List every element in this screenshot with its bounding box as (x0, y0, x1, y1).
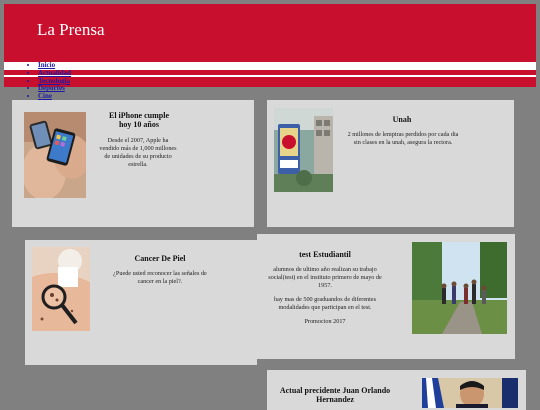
nav-link-inicio[interactable]: Inicio (38, 61, 55, 69)
article-title[interactable]: test Estudiantil (281, 250, 369, 259)
nav-link-actualidad[interactable]: Actualidad (38, 69, 71, 77)
article-image-presidente (422, 378, 518, 408)
article-summary: alumnos de ultimo año realizan su trabaj… (261, 266, 389, 332)
article-paragraph: alumnos de ultimo año realizan su trabaj… (268, 266, 382, 289)
nav-stripe (4, 70, 536, 75)
article-title[interactable]: Cancer De Piel (121, 254, 199, 263)
article-paragraph: 2 millones de lempiras perdidos por cada… (347, 131, 459, 146)
article-card-cancer[interactable]: Cancer De Piel ¿Puede usted reconocer la… (25, 240, 257, 365)
article-card-unah[interactable]: Unah 2 millones de lempiras perdidos por… (267, 100, 514, 227)
article-card-iphone[interactable]: El iPhone cumple hoy 10 años Desde el 20… (12, 100, 254, 227)
article-image-test-estudiantil (412, 242, 507, 334)
article-title[interactable]: Unah (363, 115, 441, 124)
article-summary: ¿Puede usted reconocer las señales de ca… (107, 270, 213, 292)
nav-link-cine[interactable]: Cine (38, 92, 52, 100)
article-paragraph: hay mas de 500 graduandos de diferentes … (273, 296, 377, 311)
nav-strip (4, 77, 536, 87)
article-paragraph: Desde el 2007, Apple ha vendido más de 1… (99, 137, 177, 168)
article-summary: Desde el 2007, Apple ha vendido más de 1… (98, 137, 178, 175)
nav-link-tecnologia[interactable]: Tecnologia (38, 77, 70, 85)
main-nav: Inicio Actualidad Tecnologia Deportes Ci… (28, 61, 71, 101)
site-title: La Prensa (37, 20, 105, 39)
article-paragraph: ¿Puede usted reconocer las señales de ca… (113, 270, 207, 285)
article-card-test-estudiantil[interactable]: test Estudiantil alumnos de ultimo año r… (257, 234, 515, 359)
site-header: La Prensa (4, 4, 536, 62)
article-image-iphone (24, 112, 86, 198)
nav-link-deportes[interactable]: Deportes (38, 84, 65, 92)
article-card-presidente[interactable]: Actual precidente Juan Orlando Hernandez (267, 370, 526, 410)
article-title[interactable]: El iPhone cumple hoy 10 años (104, 111, 174, 129)
article-summary: 2 millones de lempiras perdidos por cada… (344, 131, 462, 153)
article-image-cancer (32, 247, 90, 331)
article-image-unah (274, 108, 333, 192)
article-paragraph: Promocion 2017 (304, 318, 346, 325)
article-title[interactable]: Actual precidente Juan Orlando Hernandez (279, 386, 391, 404)
